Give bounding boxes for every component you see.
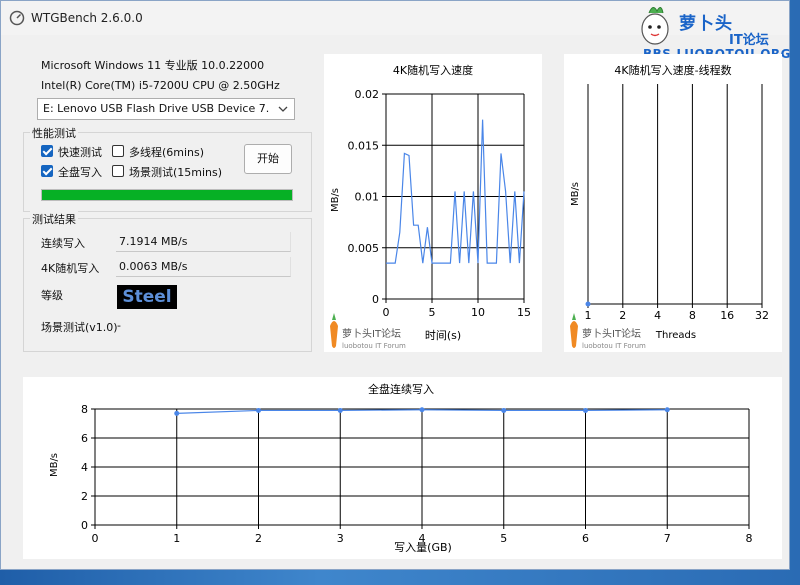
carrot-leaf-icon	[572, 313, 576, 320]
data-point	[585, 301, 591, 307]
chart-plot-area: 1 2 4 8 16 32	[585, 84, 769, 322]
threads-chart: 4K随机写入速度-线程数 MB/s Threads 萝卜头IT论坛 luobot…	[570, 63, 769, 350]
x-tick-label: 16	[720, 309, 734, 322]
chart-watermark: 萝卜头IT论坛 luobotou IT Forum	[330, 313, 406, 350]
seq-write-value: 7.1914 MB/s	[119, 235, 188, 248]
x-tick-label: 0	[383, 306, 390, 319]
chevron-down-icon	[278, 106, 288, 112]
carrot-mascot-icon	[641, 7, 669, 45]
y-tick-label: 0.01	[355, 191, 380, 204]
scene-test-label: 场景测试(v1.0)	[41, 321, 118, 334]
x-tick-label: 5	[429, 306, 436, 319]
carrot-leaf-icon	[332, 313, 336, 320]
progress-fill	[42, 190, 292, 200]
test-progress-bar	[41, 189, 293, 201]
checkbox-box	[112, 165, 124, 177]
carrot-logo-icon	[570, 321, 578, 348]
watermark-brand: 萝卜头	[679, 14, 733, 34]
rand-write-label: 4K随机写入	[41, 262, 100, 275]
x-tick-label: 5	[500, 532, 507, 545]
y-axis-label: MB/s	[570, 182, 581, 206]
x-tick-label: 2	[255, 532, 262, 545]
watermark-sub: IT论坛	[729, 33, 769, 48]
x-tick-label: 0	[92, 532, 99, 545]
x-axis-label: 时间(s)	[425, 329, 461, 342]
watermark-name: 萝卜头IT论坛	[582, 327, 641, 340]
x-tick-label: 7	[664, 532, 671, 545]
x-tick-label: 15	[517, 306, 531, 319]
results-title: 测试结果	[30, 211, 78, 227]
y-tick-label: 0	[81, 519, 88, 532]
chart-title: 4K随机写入速度-线程数	[614, 63, 731, 77]
data-point	[419, 407, 425, 413]
checkbox-box	[41, 165, 53, 177]
cpu-info: Intel(R) Core(TM) i5-7200U CPU @ 2.50GHz	[41, 79, 280, 92]
y-tick-label: 6	[81, 432, 88, 445]
x-tick-label: 10	[471, 306, 485, 319]
watermark-name: 萝卜头IT论坛	[342, 327, 401, 340]
data-point	[501, 407, 507, 413]
seq-write-label: 连续写入	[41, 237, 85, 250]
x-tick-label: 1	[173, 532, 180, 545]
x-tick-label: 8	[746, 532, 753, 545]
x-tick-label: 6	[582, 532, 589, 545]
full-write-chart: 全盘连续写入 MB/s 写入量(GB) 0 1 2 3 4 5 6 7 802468	[49, 382, 753, 554]
device-select-value: E: Lenovo USB Flash Drive USB Device 7.0…	[43, 102, 269, 115]
checkbox-box	[41, 145, 53, 157]
data-point	[337, 407, 343, 413]
perf-test-title: 性能测试	[30, 125, 78, 141]
chart-watermark: 萝卜头IT论坛 luobotou IT Forum	[570, 313, 646, 350]
y-tick-label: 0.015	[348, 139, 380, 152]
chart-plot-area: 0 5 10 15 0 0.005 0.01 0.015 0.02	[348, 88, 532, 319]
y-tick-label: 8	[81, 403, 88, 416]
x-axis-label: Threads	[655, 330, 696, 341]
y-axis-label: MB/s	[49, 453, 60, 477]
checkbox-label: 多线程(6mins)	[129, 146, 205, 159]
data-point	[256, 407, 261, 413]
x-tick-label: 8	[689, 309, 696, 322]
chart-title: 全盘连续写入	[368, 382, 434, 396]
series-line	[386, 119, 525, 264]
y-tick-label: 2	[81, 490, 88, 503]
checkbox-label: 场景测试(15mins)	[129, 166, 223, 179]
y-tick-label: 0	[372, 293, 379, 306]
grade-label: 等级	[41, 289, 63, 302]
x-tick-label: 3	[337, 532, 344, 545]
rand-write-field: 0.0063 MB/s	[116, 257, 291, 277]
rand-write-value: 0.0063 MB/s	[119, 260, 188, 273]
app-gauge-icon	[9, 10, 25, 26]
x-tick-label: 2	[619, 309, 626, 322]
carrot-logo-icon	[330, 321, 338, 348]
full-write-chart-panel: 全盘连续写入 MB/s 写入量(GB) 01234567802468	[23, 377, 782, 559]
x-tick-label: 32	[755, 309, 769, 322]
device-select[interactable]: E: Lenovo USB Flash Drive USB Device 7.0…	[37, 98, 295, 120]
y-tick-label: 0.02	[355, 88, 380, 101]
threads-chart-panel: 4K随机写入速度-线程数 MB/s Threads 萝卜头IT论坛 luobot…	[564, 54, 782, 352]
checkbox-box	[112, 145, 124, 157]
scene-test-value: -	[117, 319, 121, 332]
start-button[interactable]: 开始	[244, 144, 292, 174]
window-title: WTGBench 2.6.0.0	[31, 11, 143, 25]
watermark-sub: luobotou IT Forum	[342, 342, 406, 350]
y-axis-label: MB/s	[330, 188, 341, 212]
chart-plot-area: 0 1 2 3 4 5 6 7 8 0 2 4 6 8	[81, 403, 753, 545]
seq-write-field: 7.1914 MB/s	[116, 232, 291, 252]
y-tick-label: 0.005	[348, 242, 380, 255]
checkbox-label: 快速测试	[58, 146, 102, 159]
app-window: WTGBench 2.6.0.0 萝卜头 IT论坛 BBS.LUOBOTOU.O…	[0, 0, 791, 570]
data-point	[664, 407, 670, 413]
y-tick-label: 4	[81, 461, 88, 474]
x-tick-label: 1	[585, 309, 592, 322]
watermark-sub: luobotou IT Forum	[582, 342, 646, 350]
data-point	[583, 407, 588, 413]
grade-badge: Steel	[117, 285, 177, 309]
x-tick-label: 4	[654, 309, 661, 322]
os-info: Microsoft Windows 11 专业版 10.0.22000	[41, 59, 265, 72]
random-write-chart: 4K随机写入速度 MB/s 时间(s) 萝卜头IT论坛 luobotou IT …	[330, 63, 532, 350]
checkbox-label: 全盘写入	[58, 166, 102, 179]
chart-title: 4K随机写入速度	[393, 63, 473, 77]
data-point	[174, 410, 180, 416]
random-write-chart-panel: 4K随机写入速度 MB/s 时间(s) 萝卜头IT论坛 luobotou IT …	[324, 54, 542, 352]
x-tick-label: 4	[419, 532, 426, 545]
